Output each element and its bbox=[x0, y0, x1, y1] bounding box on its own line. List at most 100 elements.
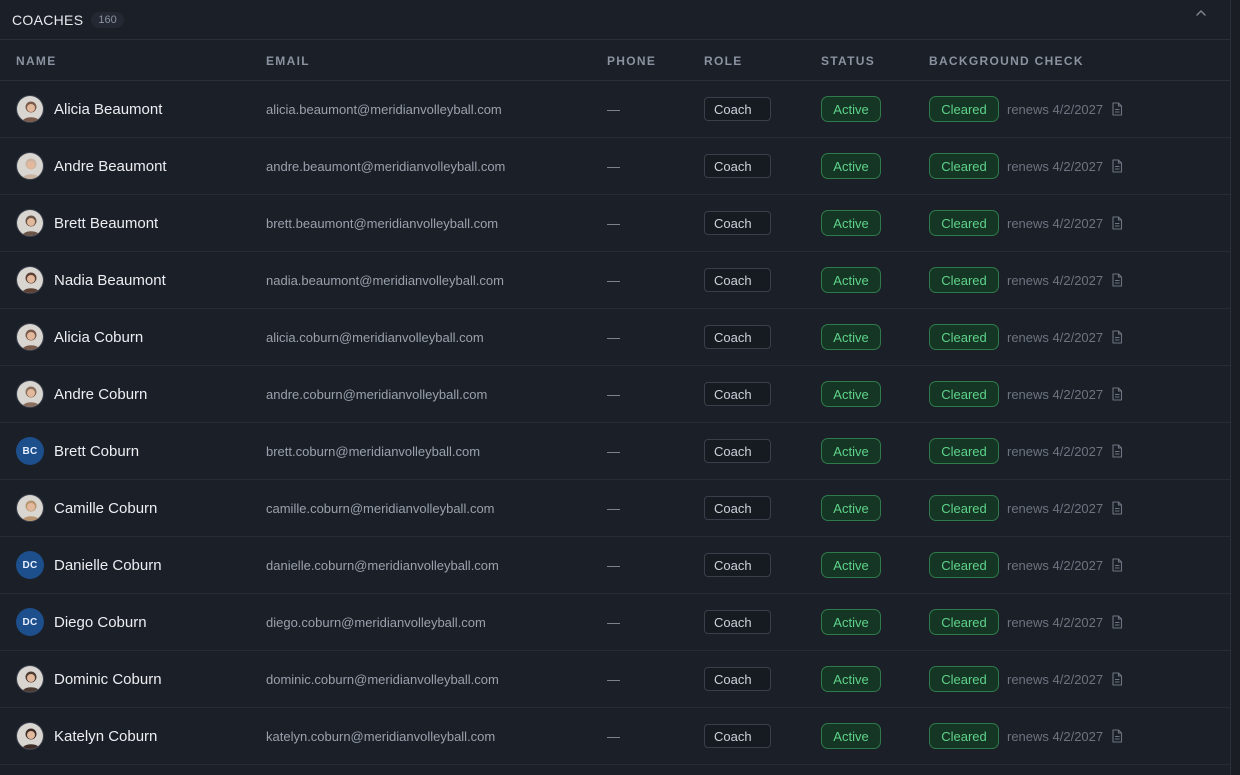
table-row[interactable]: BC Brett Coburn brett.coburn@meridianvol… bbox=[0, 423, 1230, 480]
role-select[interactable]: Coach bbox=[704, 667, 771, 691]
phone-cell: — bbox=[607, 195, 620, 251]
coach-name[interactable]: Camille Coburn bbox=[54, 500, 157, 517]
table-row[interactable]: Nadia Beaumont nadia.beaumont@meridianvo… bbox=[0, 252, 1230, 309]
section-title: COACHES bbox=[12, 11, 84, 28]
role-select[interactable]: Coach bbox=[704, 382, 771, 406]
background-check-badge: Cleared bbox=[929, 267, 999, 293]
role-select[interactable]: Coach bbox=[704, 154, 771, 178]
table-row[interactable]: Camille Coburn camille.coburn@meridianvo… bbox=[0, 480, 1230, 537]
coach-email[interactable]: brett.beaumont@meridianvolleyball.com bbox=[266, 216, 498, 231]
coach-name[interactable]: Brett Coburn bbox=[54, 443, 139, 460]
document-icon[interactable] bbox=[1111, 159, 1123, 173]
background-check-cell: Cleared renews 4/2/2027 bbox=[929, 81, 1123, 137]
phone-cell: — bbox=[607, 309, 620, 365]
phone-cell: — bbox=[607, 138, 620, 194]
role-select[interactable]: Coach bbox=[704, 724, 771, 748]
chevron-up-icon[interactable] bbox=[1194, 6, 1208, 20]
role-select[interactable]: Coach bbox=[704, 610, 771, 634]
document-icon[interactable] bbox=[1111, 558, 1123, 572]
coach-email[interactable]: diego.coburn@meridianvolleyball.com bbox=[266, 615, 486, 630]
coach-email[interactable]: camille.coburn@meridianvolleyball.com bbox=[266, 501, 495, 516]
status-badge: Active bbox=[821, 552, 881, 578]
role-cell: Coach bbox=[704, 480, 771, 536]
table-row[interactable]: Brett Beaumont brett.beaumont@meridianvo… bbox=[0, 195, 1230, 252]
renewal-date: renews 4/2/2027 bbox=[1007, 158, 1104, 174]
coach-phone: — bbox=[607, 101, 620, 117]
column-header-status[interactable]: STATUS bbox=[821, 54, 875, 68]
coach-name[interactable]: Alicia Beaumont bbox=[54, 101, 162, 118]
column-header-phone[interactable]: PHONE bbox=[607, 54, 656, 68]
document-icon[interactable] bbox=[1111, 729, 1123, 743]
document-icon[interactable] bbox=[1111, 102, 1123, 116]
coach-email[interactable]: brett.coburn@meridianvolleyball.com bbox=[266, 444, 480, 459]
email-cell: nadia.beaumont@meridianvolleyball.com bbox=[266, 252, 504, 308]
document-icon[interactable] bbox=[1111, 273, 1123, 287]
role-select[interactable]: Coach bbox=[704, 325, 771, 349]
coach-name[interactable]: Brett Beaumont bbox=[54, 215, 158, 232]
role-select[interactable]: Coach bbox=[704, 268, 771, 292]
background-check-cell: Cleared renews 4/2/2027 bbox=[929, 252, 1123, 308]
background-check-cell: Cleared renews 4/2/2027 bbox=[929, 423, 1123, 479]
role-select[interactable]: Coach bbox=[704, 439, 771, 463]
table-row[interactable]: Alicia Coburn alicia.coburn@meridianvoll… bbox=[0, 309, 1230, 366]
coach-email[interactable]: dominic.coburn@meridianvolleyball.com bbox=[266, 672, 499, 687]
background-check-cell: Cleared renews 4/2/2027 bbox=[929, 309, 1123, 365]
email-cell: dominic.coburn@meridianvolleyball.com bbox=[266, 651, 499, 707]
column-header-background-check[interactable]: BACKGROUND CHECK bbox=[929, 54, 1084, 68]
name-cell: Katelyn Coburn bbox=[16, 708, 157, 764]
document-icon[interactable] bbox=[1111, 330, 1123, 344]
column-header-name[interactable]: NAME bbox=[16, 54, 57, 68]
document-icon[interactable] bbox=[1111, 615, 1123, 629]
role-select[interactable]: Coach bbox=[704, 97, 771, 121]
renewal-date: renews 4/2/2027 bbox=[1007, 557, 1104, 573]
coach-name[interactable]: Danielle Coburn bbox=[54, 557, 162, 574]
document-icon[interactable] bbox=[1111, 672, 1123, 686]
avatar bbox=[16, 494, 44, 522]
table-row[interactable]: DC Danielle Coburn danielle.coburn@merid… bbox=[0, 537, 1230, 594]
phone-cell: — bbox=[607, 651, 620, 707]
coach-name[interactable]: Andre Coburn bbox=[54, 386, 147, 403]
table-row[interactable]: Alicia Beaumont alicia.beaumont@meridian… bbox=[0, 81, 1230, 138]
name-cell: Andre Beaumont bbox=[16, 138, 167, 194]
role-cell: Coach bbox=[704, 252, 771, 308]
document-icon[interactable] bbox=[1111, 444, 1123, 458]
background-check-badge: Cleared bbox=[929, 609, 999, 635]
coach-email[interactable]: danielle.coburn@meridianvolleyball.com bbox=[266, 558, 499, 573]
status-badge: Active bbox=[821, 495, 881, 521]
table-row[interactable]: Andre Beaumont andre.beaumont@meridianvo… bbox=[0, 138, 1230, 195]
background-check-badge: Cleared bbox=[929, 153, 999, 179]
document-icon[interactable] bbox=[1111, 216, 1123, 230]
avatar bbox=[16, 722, 44, 750]
table-row[interactable]: DC Diego Coburn diego.coburn@meridianvol… bbox=[0, 594, 1230, 651]
coach-name[interactable]: Andre Beaumont bbox=[54, 158, 167, 175]
coach-email[interactable]: alicia.coburn@meridianvolleyball.com bbox=[266, 330, 484, 345]
coach-email[interactable]: alicia.beaumont@meridianvolleyball.com bbox=[266, 102, 502, 117]
role-select[interactable]: Coach bbox=[704, 496, 771, 520]
coach-name[interactable]: Diego Coburn bbox=[54, 614, 147, 631]
coach-name[interactable]: Alicia Coburn bbox=[54, 329, 143, 346]
table-row[interactable]: Dominic Coburn dominic.coburn@meridianvo… bbox=[0, 651, 1230, 708]
status-badge: Active bbox=[821, 666, 881, 692]
status-badge: Active bbox=[821, 609, 881, 635]
role-select[interactable]: Coach bbox=[704, 211, 771, 235]
document-icon[interactable] bbox=[1111, 501, 1123, 515]
role-cell: Coach bbox=[704, 138, 771, 194]
coach-email[interactable]: andre.coburn@meridianvolleyball.com bbox=[266, 387, 487, 402]
name-cell: DC Diego Coburn bbox=[16, 594, 147, 650]
email-cell: brett.beaumont@meridianvolleyball.com bbox=[266, 195, 498, 251]
coach-name[interactable]: Dominic Coburn bbox=[54, 671, 162, 688]
name-cell: BC Brett Coburn bbox=[16, 423, 139, 479]
coach-email[interactable]: nadia.beaumont@meridianvolleyball.com bbox=[266, 273, 504, 288]
table-row[interactable]: Katelyn Coburn katelyn.coburn@meridianvo… bbox=[0, 708, 1230, 765]
avatar bbox=[16, 209, 44, 237]
coach-email[interactable]: andre.beaumont@meridianvolleyball.com bbox=[266, 159, 505, 174]
role-select[interactable]: Coach bbox=[704, 553, 771, 577]
coach-name[interactable]: Nadia Beaumont bbox=[54, 272, 166, 289]
table-row[interactable]: Andre Coburn andre.coburn@meridianvolley… bbox=[0, 366, 1230, 423]
background-check-cell: Cleared renews 4/2/2027 bbox=[929, 138, 1123, 194]
coach-name[interactable]: Katelyn Coburn bbox=[54, 728, 157, 745]
column-header-role[interactable]: ROLE bbox=[704, 54, 743, 68]
document-icon[interactable] bbox=[1111, 387, 1123, 401]
column-header-email[interactable]: EMAIL bbox=[266, 54, 310, 68]
coach-email[interactable]: katelyn.coburn@meridianvolleyball.com bbox=[266, 729, 495, 744]
